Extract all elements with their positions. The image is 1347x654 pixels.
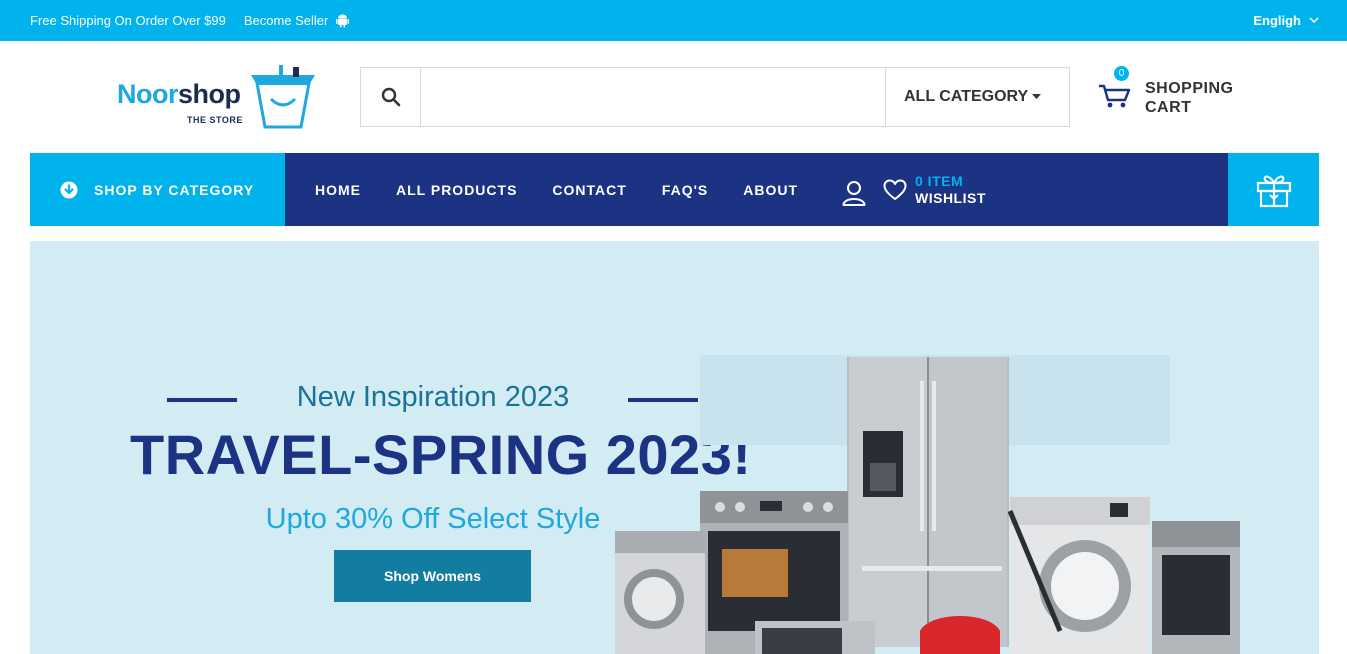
wishlist-link[interactable]: 0 ITEM WISHLIST [883, 173, 986, 207]
category-select-label: ALL CATEGORY [904, 88, 1029, 105]
search-bar: ALL CATEGORY [360, 67, 1070, 127]
free-shipping-text: Free Shipping On Order Over $99 [30, 13, 226, 28]
caret-down-icon [1032, 94, 1042, 99]
nav-item-faqs[interactable]: FAQ'S [662, 182, 708, 198]
site-logo[interactable]: Noorshop THE STORE [117, 65, 322, 131]
android-icon [336, 14, 350, 27]
category-select[interactable]: ALL CATEGORY [885, 68, 1070, 126]
wishlist-label: WISHLIST [915, 190, 986, 206]
become-seller-label: Become Seller [243, 13, 329, 28]
logo-tagline: THE STORE [187, 115, 243, 125]
nav-item-all-products[interactable]: ALL PRODUCTS [396, 182, 517, 198]
shopping-bag-logo-icon [251, 65, 315, 129]
chevron-down-icon [1309, 17, 1319, 24]
hero-banner: New Inspiration 2023 TRAVEL-SPRING 2023!… [30, 241, 1319, 654]
shopping-cart[interactable]: 0 SHOPPING CART [1098, 66, 1258, 126]
cart-label: SHOPPING CART [1145, 80, 1234, 116]
user-icon[interactable] [842, 180, 866, 206]
gift-button[interactable] [1228, 153, 1319, 226]
wishlist-count: 0 ITEM [915, 173, 964, 189]
main-navigation: SHOP BY CATEGORY HOME ALL PRODUCTS CONTA… [0, 153, 1347, 226]
nav-menu: HOME ALL PRODUCTS CONTACT FAQ'S ABOUT [315, 153, 798, 226]
cart-count-badge: 0 [1114, 66, 1129, 81]
logo-wordmark: Noorshop [117, 79, 241, 109]
search-button[interactable] [361, 68, 421, 126]
language-label: Engligh [1253, 13, 1301, 28]
nav-item-contact[interactable]: CONTACT [552, 182, 626, 198]
search-input[interactable] [422, 68, 884, 126]
heart-icon [883, 179, 907, 200]
language-selector[interactable]: Engligh [1253, 13, 1319, 28]
nav-item-home[interactable]: HOME [315, 182, 361, 198]
become-seller-link[interactable]: Become Seller [244, 13, 350, 28]
gift-icon [1256, 175, 1291, 207]
cart-icon [1099, 84, 1131, 108]
home-appliances-image [615, 355, 1240, 654]
shop-womens-button[interactable]: Shop Womens [334, 550, 531, 602]
shop-by-category-label: SHOP BY CATEGORY [94, 181, 255, 198]
top-bar: Free Shipping On Order Over $99 Become S… [0, 0, 1347, 41]
arrow-circle-down-icon [60, 181, 78, 198]
shop-by-category-button[interactable]: SHOP BY CATEGORY [30, 153, 285, 226]
search-icon [381, 87, 400, 107]
site-header: Noorshop THE STORE ALL CATEGORY 0 SHOPPI… [0, 41, 1347, 153]
nav-item-about[interactable]: ABOUT [743, 182, 798, 198]
